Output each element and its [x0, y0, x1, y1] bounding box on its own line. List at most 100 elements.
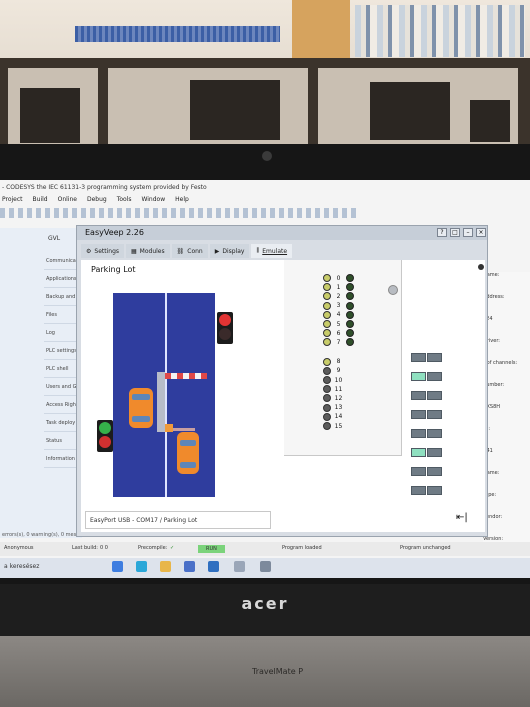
display-cell [411, 391, 426, 400]
input-led[interactable] [323, 403, 331, 412]
car-window [132, 394, 150, 400]
info-label: Type: [483, 492, 497, 498]
easyveep-icon[interactable] [260, 561, 271, 572]
maximize-button[interactable]: □ [450, 228, 460, 237]
toolbar[interactable] [0, 208, 360, 218]
input-led[interactable] [323, 357, 331, 366]
tab-conn[interactable]: ⛓ Conn [171, 244, 208, 258]
output-led [346, 274, 354, 282]
menu-item[interactable]: Build [33, 196, 48, 206]
device-tab[interactable]: Backup and [44, 288, 80, 306]
codesys-icon[interactable] [234, 561, 245, 572]
windows-icon[interactable] [112, 561, 123, 572]
input-led[interactable] [323, 422, 331, 430]
io-row: 12 [323, 394, 343, 403]
connection-icon: ⛓ [176, 247, 185, 255]
device-tab[interactable]: Communicat [44, 252, 80, 270]
menu-item[interactable]: Debug [87, 196, 107, 206]
io-row: 15 [323, 422, 343, 430]
device-tab[interactable]: Information [44, 450, 80, 468]
display-cell [411, 372, 426, 381]
close-button[interactable]: × [476, 228, 486, 237]
input-led[interactable] [323, 385, 331, 394]
io-row: 8 [323, 357, 343, 366]
barrier-arm[interactable] [165, 373, 207, 379]
io-row: 5 [323, 320, 354, 328]
io-row: 14 [323, 412, 343, 421]
sensor [165, 424, 173, 432]
menu-item[interactable]: Help [175, 196, 189, 206]
tab-display[interactable]: ▶ Display [209, 244, 250, 258]
display-cell [427, 448, 442, 457]
tab-settings[interactable]: ⚙ Settings [81, 244, 124, 258]
output-led [346, 292, 354, 301]
io-row: 7 [323, 338, 354, 347]
mail-icon[interactable] [208, 561, 219, 572]
shelf-opening [190, 80, 280, 140]
display-cell [427, 353, 442, 362]
io-row: 4 [323, 310, 354, 319]
store-icon[interactable] [184, 561, 195, 572]
help-button[interactable]: ? [437, 228, 447, 237]
info-label: number: [483, 382, 505, 388]
display-cell [427, 467, 442, 476]
device-tab[interactable]: Access Right [44, 396, 80, 414]
info-label: Vendor: [483, 514, 503, 520]
device-tab[interactable]: Task deploy [44, 414, 80, 432]
precompile-check-icon: ✓ [170, 545, 175, 551]
io-number: 9 [336, 367, 341, 375]
easyveep-titlebar[interactable]: EasyVeep 2.26 ? □ – × [77, 226, 487, 240]
tab-emulate[interactable]: ⫼ Emulate [251, 244, 293, 258]
device-tab[interactable]: PLC shell [44, 360, 80, 378]
reset-button[interactable] [388, 285, 398, 295]
exit-icon[interactable]: ⇤| [456, 512, 468, 523]
tab-gvl[interactable]: GVL [48, 235, 60, 242]
menu-item[interactable]: Window [141, 196, 165, 206]
folder-icon[interactable] [160, 561, 171, 572]
io-row: 9 [323, 366, 343, 375]
taskbar-search[interactable]: a keresésez [4, 563, 39, 570]
input-led[interactable] [323, 310, 331, 319]
device-tab[interactable]: Status [44, 432, 80, 450]
input-led[interactable] [323, 283, 331, 292]
car-entering[interactable] [177, 432, 199, 474]
tab-modules[interactable]: ▦ Modules [126, 244, 170, 258]
input-led[interactable] [323, 320, 331, 328]
taskbar: a keresésez [0, 558, 530, 578]
emulation-area: Parking Lot 0 1 2 3 4 5 6 7 8 9 10 11 12… [81, 260, 485, 532]
edge-icon[interactable] [136, 561, 147, 572]
info-value: 024 [483, 316, 530, 322]
input-led[interactable] [323, 412, 331, 421]
input-led[interactable] [323, 329, 331, 338]
minimize-button[interactable]: – [463, 228, 473, 237]
input-led[interactable] [323, 394, 331, 403]
output-led [346, 329, 354, 338]
laptop-brand: acer [241, 594, 289, 613]
device-tab[interactable]: Users and G [44, 378, 80, 396]
car-parked[interactable] [129, 388, 153, 428]
device-tab[interactable]: Applications [44, 270, 80, 288]
io-number: 10 [334, 376, 343, 384]
tab-label: Modules [139, 247, 165, 255]
menu-item[interactable]: Project [2, 196, 23, 206]
run-badge: RUN [198, 545, 225, 553]
io-number: 0 [336, 274, 341, 282]
input-led[interactable] [323, 366, 331, 375]
menu-item[interactable]: Tools [117, 196, 132, 206]
bookshelf-books [355, 5, 525, 57]
input-led[interactable] [323, 338, 331, 347]
menu-item[interactable]: Online [58, 196, 77, 206]
input-led[interactable] [323, 376, 331, 384]
display-cell [411, 486, 426, 495]
device-tab[interactable]: Log [44, 324, 80, 342]
device-tab[interactable]: PLC settings [44, 342, 80, 360]
io-number: 7 [336, 338, 341, 346]
input-led[interactable] [323, 274, 331, 282]
io-number: 4 [336, 311, 341, 319]
settings-dot-icon[interactable] [478, 264, 484, 270]
device-tab[interactable]: Files [44, 306, 80, 324]
input-led[interactable] [323, 292, 331, 301]
laptop-screen: - CODESYS the IEC 61131-3 programming sy… [0, 180, 530, 578]
display-cell [411, 353, 426, 362]
input-led[interactable] [323, 301, 331, 310]
